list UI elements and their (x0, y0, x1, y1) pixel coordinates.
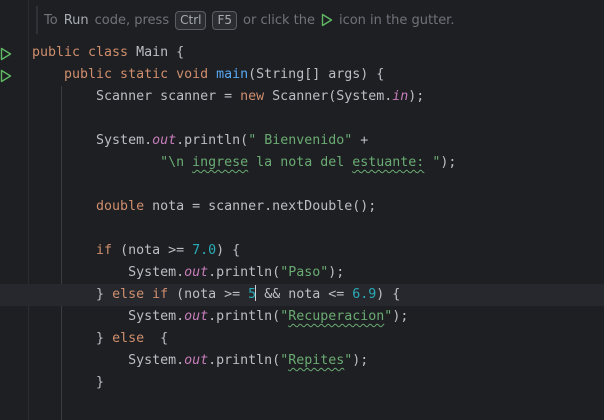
code-line-14: } else { (32, 331, 169, 346)
hint-prefix: To (44, 12, 58, 28)
code-line-1: public class Main { (32, 45, 185, 60)
gutter-separator (28, 0, 29, 420)
hint-suffix-a: or click the (243, 12, 315, 28)
run-hint-banner: To Run code, press Ctrl F5 or click the … (44, 9, 454, 31)
play-icon (321, 13, 333, 27)
ctrl-key: Ctrl (175, 10, 207, 30)
code-line-2: public static void main(String[] args) { (32, 67, 385, 82)
code-line-16: } (32, 375, 105, 390)
hint-bar (36, 6, 38, 34)
hint-suffix-b: icon in the gutter. (338, 12, 455, 28)
code-line-12-current: } else if (nota >= 5 && nota <= 6.9) { (0, 284, 604, 306)
code-line-15: System.out.println("Repites"); (32, 353, 369, 368)
f5-key: F5 (212, 10, 238, 30)
code-line-10: if (nota >= 7.0) { (32, 243, 241, 258)
run-main-gutter-icon[interactable] (0, 68, 12, 83)
editor-gutter (0, 0, 28, 420)
code-line-6: "\n ingrese la nota del estuante: "); (160, 155, 457, 170)
code-line-13: System.out.println("Recuperacion"); (32, 309, 409, 324)
run-class-gutter-icon[interactable] (0, 46, 12, 61)
code-line-3: Scanner scanner = new Scanner(System.in)… (32, 89, 425, 104)
code-editor[interactable]: public class Main { public static void m… (0, 42, 604, 394)
code-line-11: System.out.println("Paso"); (32, 265, 345, 280)
hint-run-word: Run (63, 12, 89, 28)
hint-middle: code, press (94, 12, 170, 28)
code-line-8: double nota = scanner.nextDouble(); (32, 199, 377, 214)
code-line-5: System.out.println(" Bienvenido" + (32, 133, 369, 148)
